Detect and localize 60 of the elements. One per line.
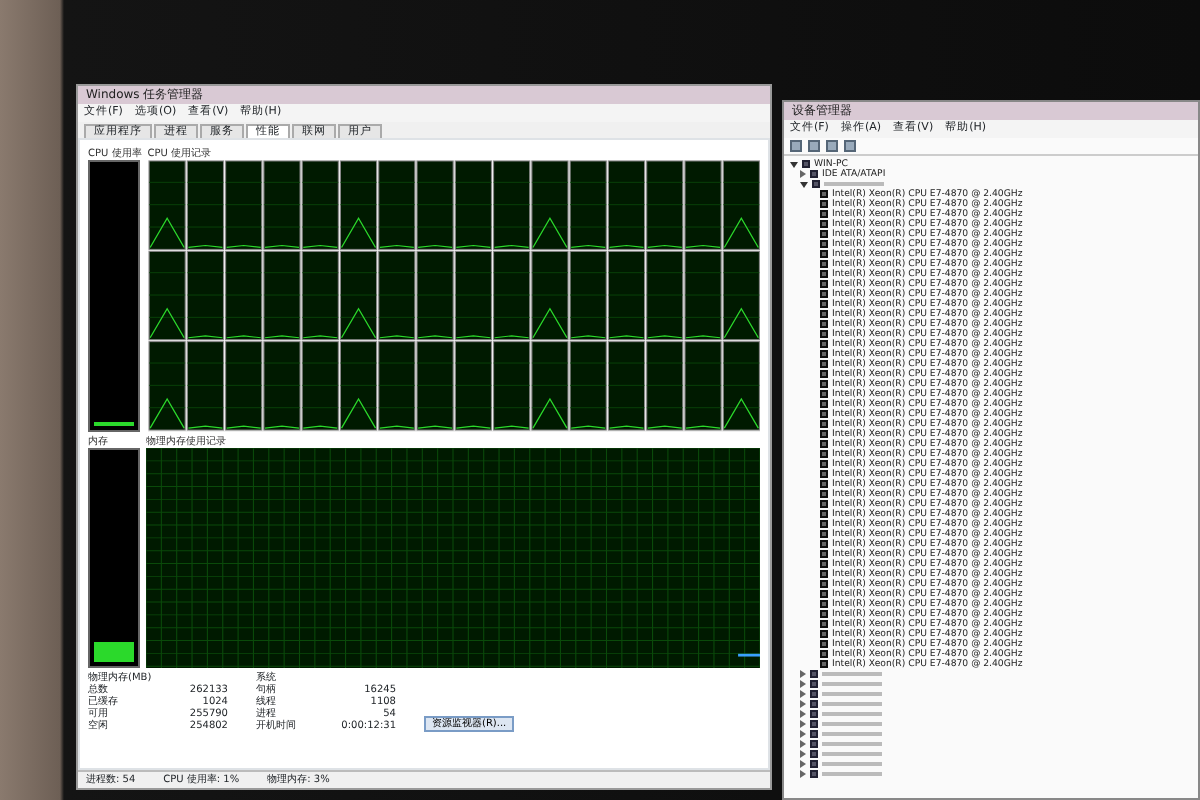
cpu-history-graph (262, 251, 301, 341)
cpu-history-graph (377, 161, 415, 251)
blurred-text-line (822, 712, 882, 717)
cpu-history-graph (224, 251, 262, 341)
cpu-history-graph (492, 251, 530, 341)
blurred-text-line (822, 682, 882, 687)
cpu-history-graph (684, 341, 722, 432)
cpu-history-graph (416, 251, 454, 341)
blurred-text-line (822, 752, 882, 757)
cpu-history-graph (454, 341, 492, 432)
cpu-history-graph (722, 341, 760, 432)
cpu-history-graph (301, 341, 339, 432)
cpu-history-graph (339, 341, 377, 432)
cpu-history-graph (339, 161, 377, 251)
cpu-history-graph (224, 161, 262, 251)
cpu-history-graph (377, 341, 415, 432)
cpu-history-graph (530, 251, 569, 341)
cpu-history-graph (645, 251, 683, 341)
blurred-text-line (822, 772, 882, 777)
cpu-history-graph (186, 251, 224, 341)
cpu-history-graph (416, 161, 454, 251)
cpu-history-graph (454, 251, 492, 341)
cpu-history-graph (722, 161, 760, 251)
blurred-text-line (824, 182, 884, 187)
blurred-text-line (822, 702, 882, 707)
cpu-history-graph (301, 251, 339, 341)
cpu-history-graph (377, 251, 415, 341)
blurred-text-line (822, 732, 882, 737)
cpu-history-graph (645, 161, 683, 251)
cpu-history-graph (607, 341, 645, 432)
cpu-history-graph (569, 341, 607, 432)
blurred-text-line (822, 672, 882, 677)
cpu-history-graph (569, 251, 607, 341)
cpu-history-graph (454, 161, 492, 251)
cpu-history-graph (416, 341, 454, 432)
cpu-history-graph (684, 251, 722, 341)
cpu-history-graph (569, 161, 607, 251)
cpu-history-graph (148, 251, 186, 341)
cpu-history-graph (607, 251, 645, 341)
blurred-text-line (822, 762, 882, 767)
cpu-history-graph (339, 251, 377, 341)
cpu-history-graph (148, 341, 186, 432)
cpu-history-graph (684, 161, 722, 251)
cpu-history-graph (186, 161, 224, 251)
cpu-history-graph (492, 161, 530, 251)
blurred-text-line (822, 722, 882, 727)
blurred-text-line (822, 692, 882, 697)
cpu-history-graph (645, 341, 683, 432)
cpu-history-graph (186, 341, 224, 432)
cpu-history-graph (301, 161, 339, 251)
cpu-history-graph (492, 341, 530, 432)
blurred-text-line (822, 742, 882, 747)
cpu-history-graph (224, 341, 262, 432)
cpu-history-graph (722, 251, 760, 341)
cpu-history-graph (530, 341, 569, 432)
cpu-history-graph (262, 341, 301, 432)
cpu-history-graph (262, 161, 301, 251)
cpu-history-graph (148, 161, 186, 251)
cpu-history-graph (530, 161, 569, 251)
cpu-history-graph (607, 161, 645, 251)
